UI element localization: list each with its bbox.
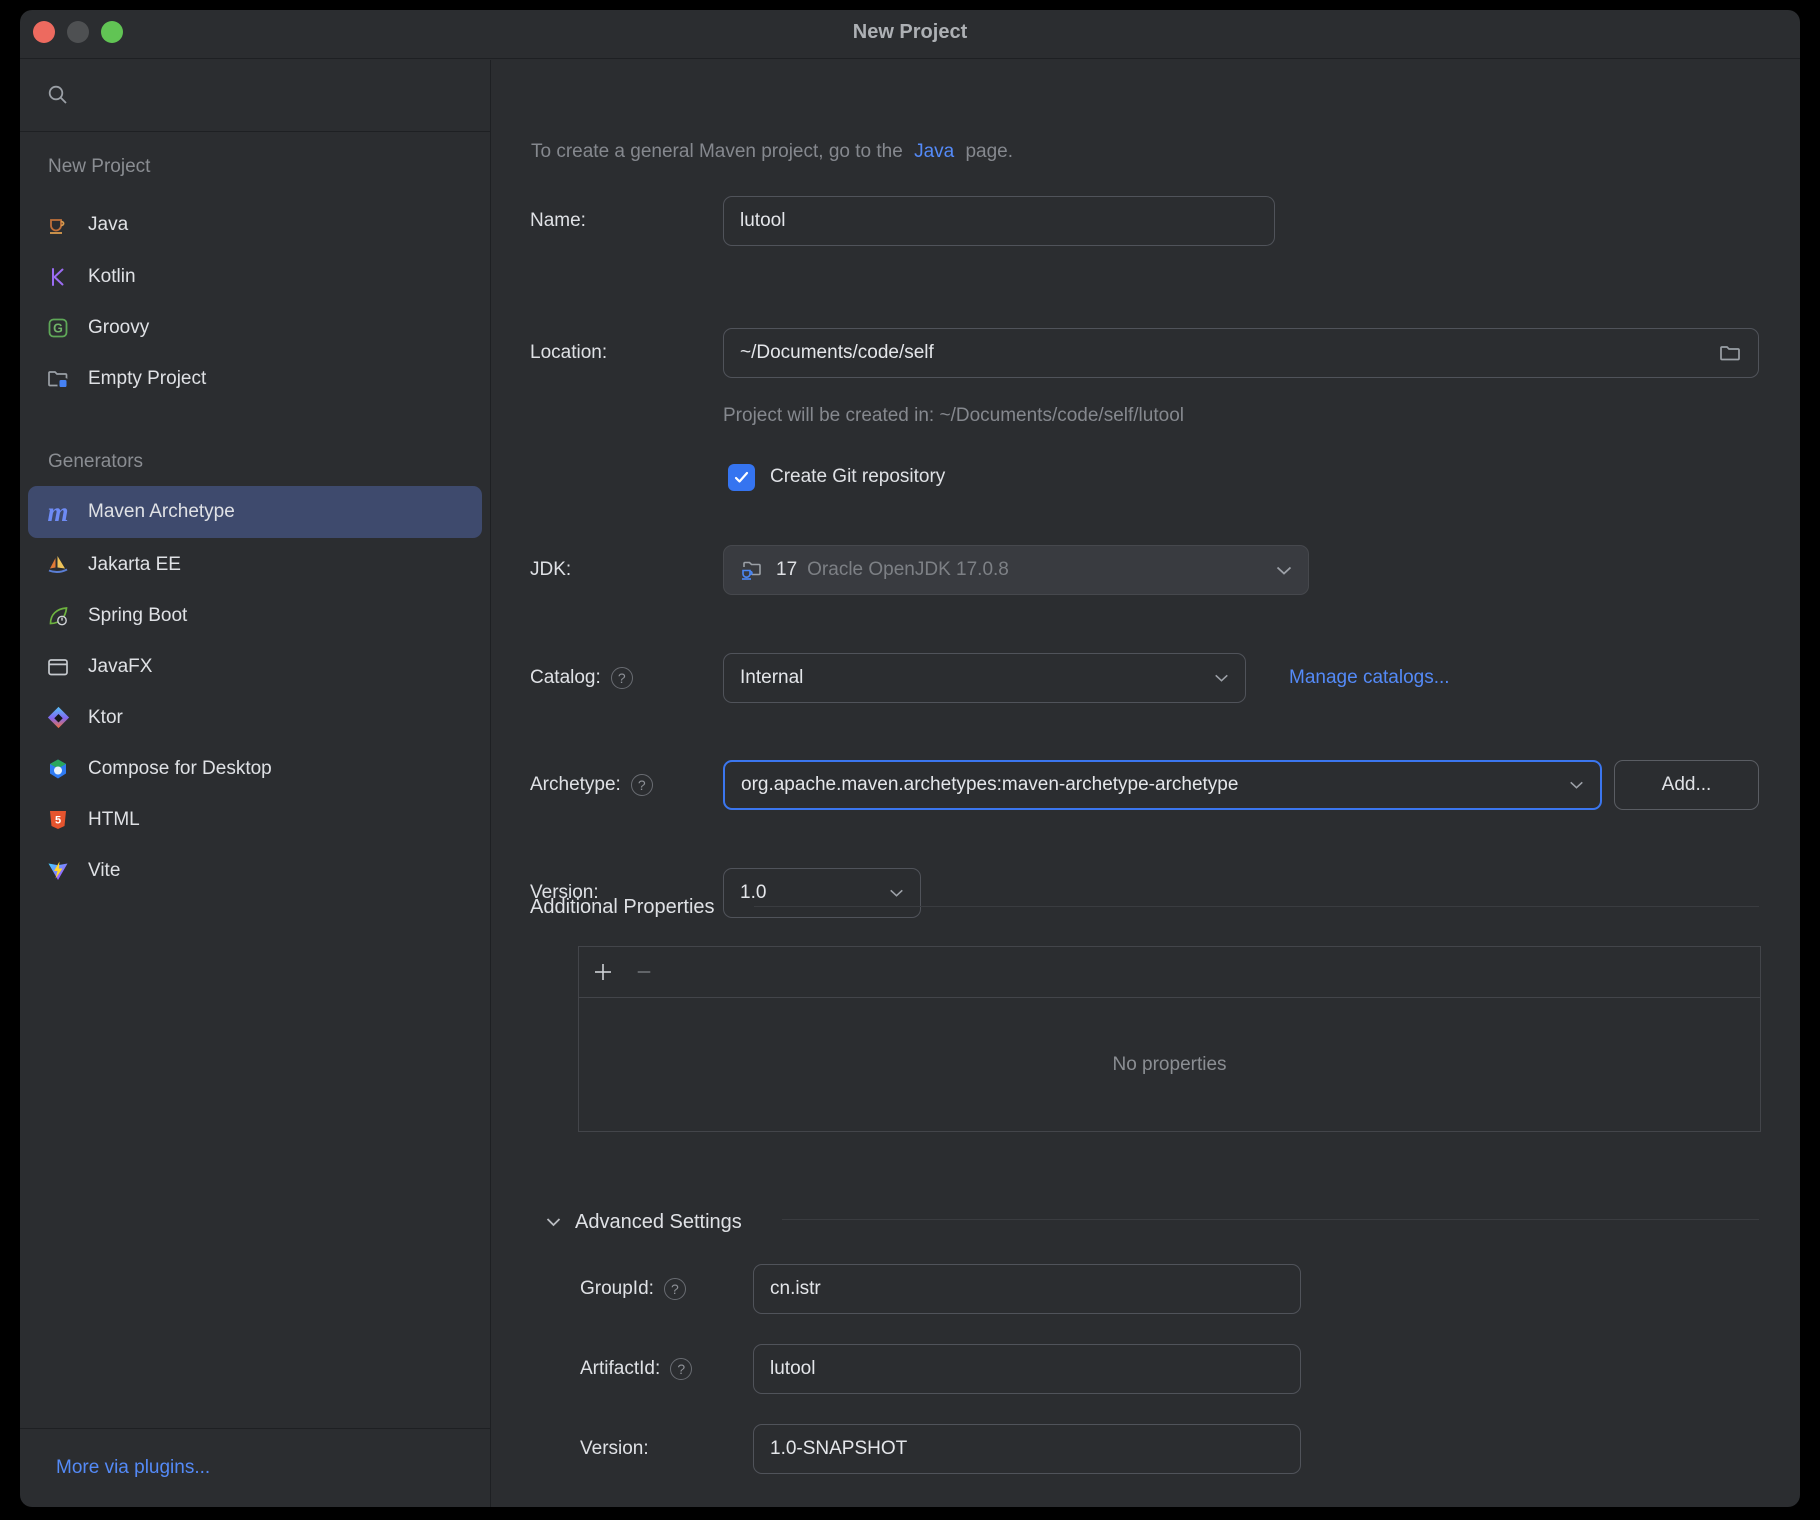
catalog-dropdown[interactable]: Internal — [723, 653, 1246, 703]
sidebar-item-groovy[interactable]: G Groovy — [20, 302, 482, 354]
name-input[interactable]: lutool — [723, 196, 1275, 246]
chevron-expanded-icon — [546, 1217, 561, 1227]
sidebar-item-label: Jakarta EE — [88, 554, 181, 576]
sidebar-item-label: Compose for Desktop — [88, 758, 272, 780]
manage-catalogs-link[interactable]: Manage catalogs... — [1289, 664, 1450, 692]
javafx-icon — [46, 655, 70, 679]
empty-project-icon — [46, 367, 70, 391]
jdk-label: JDK: — [530, 556, 571, 584]
git-checkbox[interactable] — [728, 464, 755, 491]
location-label: Location: — [530, 339, 607, 367]
new-project-dialog: New Project New Project Java — [20, 10, 1800, 1507]
sidebar-item-javafx[interactable]: JavaFX — [20, 641, 482, 693]
jakarta-ee-icon — [46, 553, 70, 577]
sidebar-item-vite[interactable]: Vite — [20, 845, 482, 897]
sidebar-item-maven-archetype[interactable]: m Maven Archetype — [28, 486, 482, 538]
section-header-generators: Generators — [48, 451, 143, 473]
folder-icon[interactable] — [1718, 341, 1742, 365]
html5-icon: 5 — [46, 808, 70, 832]
section-divider — [782, 1219, 1759, 1220]
sidebar-item-label: Groovy — [88, 317, 149, 339]
search-icon — [46, 83, 70, 107]
catalog-label-row: Catalog: ? — [530, 664, 633, 692]
sidebar-footer: More via plugins... — [20, 1428, 490, 1508]
java-icon — [46, 213, 70, 237]
advanced-version-input[interactable]: 1.0-SNAPSHOT — [753, 1424, 1301, 1474]
more-via-plugins-link[interactable]: More via plugins... — [56, 1457, 210, 1479]
sidebar-item-label: Ktor — [88, 707, 123, 729]
sidebar-item-html[interactable]: 5 HTML — [20, 794, 482, 846]
jdk-icon — [738, 557, 764, 583]
jdk-dropdown[interactable]: 17 Oracle OpenJDK 17.0.8 — [723, 545, 1309, 595]
remove-property-icon[interactable] — [635, 963, 653, 981]
check-icon — [734, 471, 749, 484]
help-icon[interactable]: ? — [611, 667, 633, 689]
sidebar: New Project Java Kotlin G — [20, 60, 491, 1508]
zoom-button[interactable] — [101, 21, 123, 43]
window-title: New Project — [20, 21, 1800, 44]
svg-text:5: 5 — [55, 814, 61, 826]
name-label: Name: — [530, 207, 586, 235]
vite-icon — [46, 859, 70, 883]
search-bar[interactable] — [20, 60, 490, 132]
sidebar-item-jakarta-ee[interactable]: Jakarta EE — [20, 539, 482, 591]
git-checkbox-label: Create Git repository — [770, 463, 945, 491]
advanced-settings-toggle[interactable]: Advanced Settings — [546, 1208, 742, 1236]
groovy-icon: G — [46, 316, 70, 340]
sidebar-item-label: Kotlin — [88, 266, 136, 288]
close-button[interactable] — [33, 21, 55, 43]
spring-boot-icon — [46, 604, 70, 628]
sidebar-item-kotlin[interactable]: Kotlin — [20, 251, 482, 303]
sidebar-item-label: Empty Project — [88, 368, 206, 390]
sidebar-item-label: Maven Archetype — [88, 501, 235, 523]
sidebar-item-compose-for-desktop[interactable]: Compose for Desktop — [20, 743, 482, 795]
section-header-new-project: New Project — [48, 156, 150, 178]
groupid-label-row: GroupId: ? — [580, 1275, 686, 1303]
additional-properties-panel: No properties — [578, 946, 1761, 1132]
properties-toolbar — [579, 947, 1760, 998]
location-input[interactable]: ~/Documents/code/self — [723, 328, 1759, 378]
chevron-down-icon — [1276, 566, 1292, 575]
compose-icon — [46, 757, 70, 781]
sidebar-item-label: JavaFX — [88, 656, 152, 678]
additional-properties-title: Additional Properties — [530, 893, 715, 921]
page-hint: To create a general Maven project, go to… — [531, 138, 1013, 166]
help-icon[interactable]: ? — [631, 774, 653, 796]
archetype-label-row: Archetype: ? — [530, 771, 653, 799]
sidebar-item-label: Vite — [88, 860, 120, 882]
artifactid-input[interactable]: lutool — [753, 1344, 1301, 1394]
version-dropdown[interactable]: 1.0 — [723, 868, 921, 918]
artifactid-label-row: ArtifactId: ? — [580, 1355, 692, 1383]
sidebar-item-label: Java — [88, 214, 128, 236]
minimize-button[interactable] — [67, 21, 89, 43]
sidebar-item-label: Spring Boot — [88, 605, 187, 627]
sidebar-item-label: HTML — [88, 809, 140, 831]
groupid-input[interactable]: cn.istr — [753, 1264, 1301, 1314]
chevron-down-icon — [1569, 781, 1584, 789]
sidebar-item-java[interactable]: Java — [20, 199, 482, 251]
ktor-icon — [46, 706, 70, 730]
help-icon[interactable]: ? — [670, 1358, 692, 1380]
sidebar-item-spring-boot[interactable]: Spring Boot — [20, 590, 482, 642]
sidebar-item-ktor[interactable]: Ktor — [20, 692, 482, 744]
maven-archetype-icon: m — [46, 500, 70, 524]
kotlin-icon — [46, 265, 70, 289]
advanced-version-label: Version: — [580, 1435, 649, 1463]
chevron-down-icon — [1214, 674, 1229, 682]
add-property-icon[interactable] — [593, 962, 613, 982]
java-page-link[interactable]: Java — [914, 138, 954, 166]
archetype-dropdown[interactable]: org.apache.maven.archetypes:maven-archet… — [723, 760, 1602, 810]
sidebar-item-empty-project[interactable]: Empty Project — [20, 353, 482, 405]
screenshot-root: New Project New Project Java — [0, 0, 1820, 1520]
section-divider — [754, 906, 1759, 907]
svg-text:G: G — [53, 321, 63, 335]
titlebar: New Project — [20, 10, 1800, 59]
chevron-down-icon — [889, 889, 904, 897]
add-archetype-button[interactable]: Add... — [1614, 760, 1759, 810]
location-hint: Project will be created in: ~/Documents/… — [723, 402, 1184, 430]
properties-empty-state: No properties — [579, 998, 1760, 1131]
help-icon[interactable]: ? — [664, 1278, 686, 1300]
